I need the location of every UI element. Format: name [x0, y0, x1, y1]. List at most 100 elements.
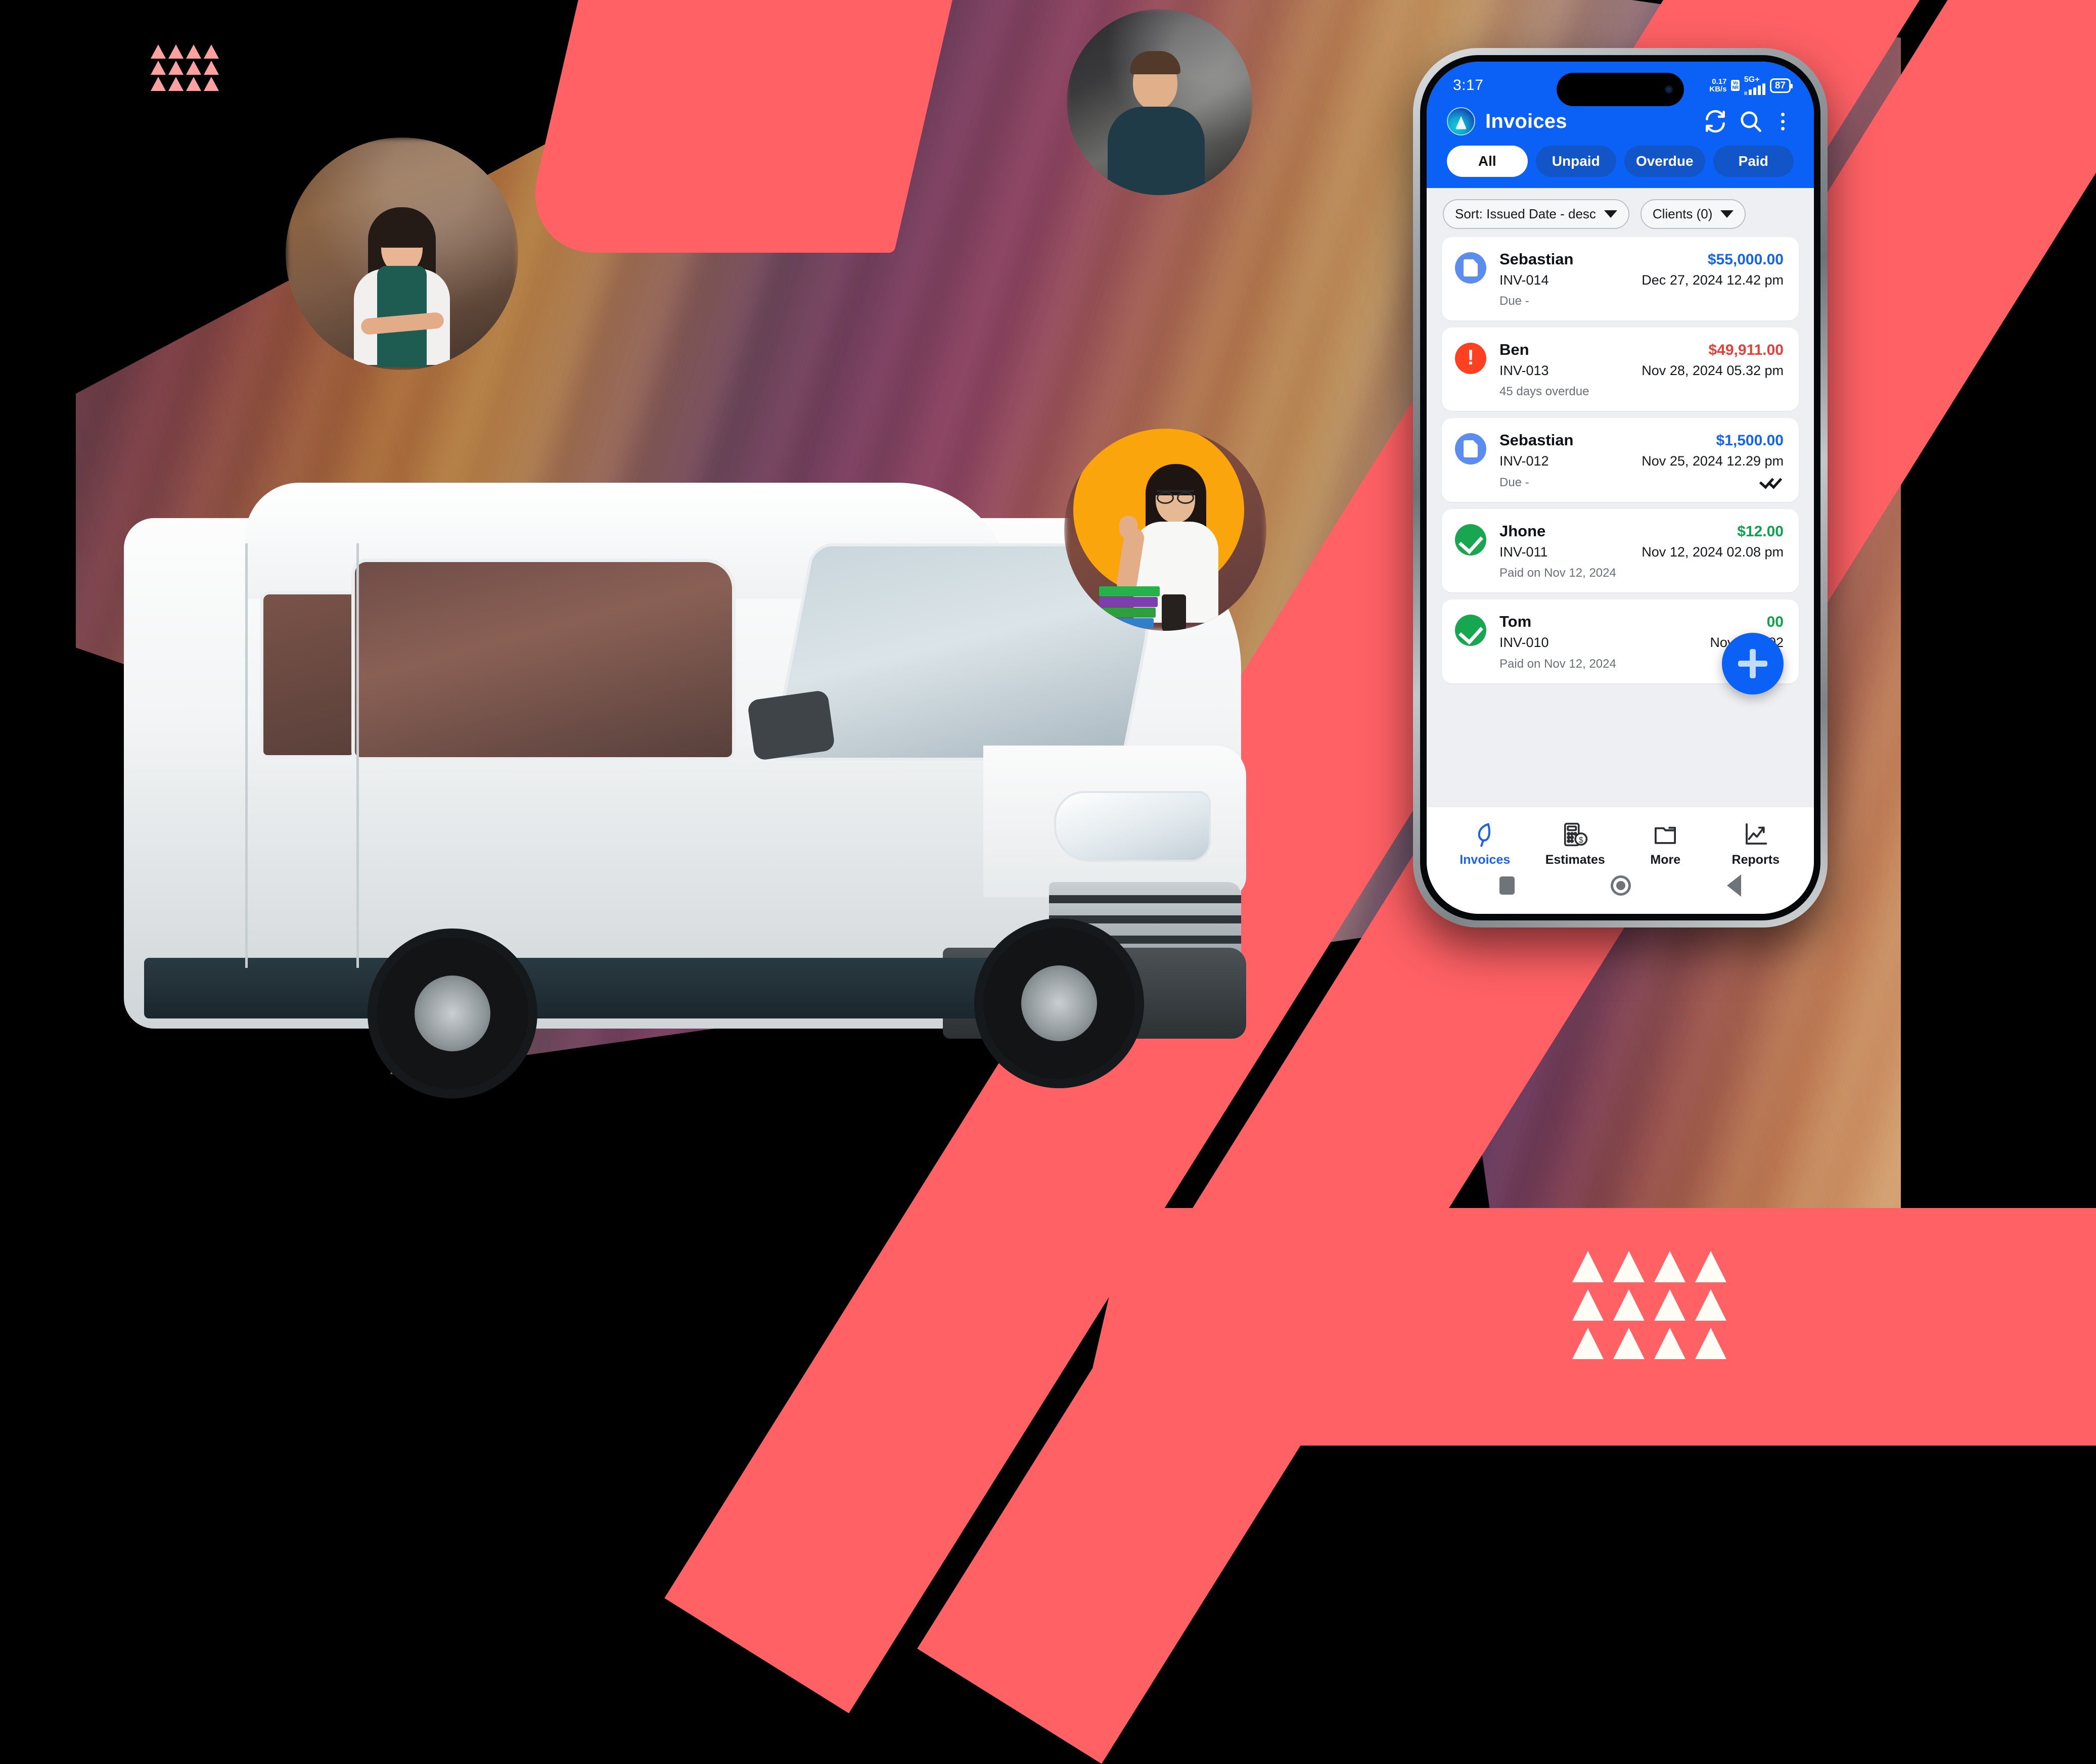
tshirt — [1108, 106, 1205, 195]
invoice-number: INV-013 — [1499, 363, 1549, 378]
clients-dropdown-label: Clients (0) — [1652, 206, 1713, 221]
sort-dropdown[interactable]: Sort: Issued Date - desc — [1443, 199, 1629, 229]
invoice-row[interactable]: ! Ben $49,911.00 INV-013 Nov 28, 2024 05… — [1442, 328, 1799, 411]
home-circle-icon[interactable] — [1611, 875, 1631, 896]
leaf-icon — [1440, 818, 1530, 851]
add-invoice-fab[interactable] — [1722, 633, 1784, 694]
invoice-row[interactable]: Sebastian $55,000.00 INV-014 Dec 27, 202… — [1442, 237, 1799, 320]
tab-overdue[interactable]: Overdue — [1624, 146, 1705, 177]
triangle-icon — [1613, 1251, 1645, 1282]
triangle-icon — [1613, 1289, 1645, 1321]
invoice-amount: $1,500.00 — [1716, 432, 1784, 449]
invoice-note: Due - — [1499, 476, 1529, 489]
portrait-man — [1067, 9, 1253, 195]
triangle-icon — [204, 77, 219, 91]
invoice-number: INV-010 — [1499, 635, 1549, 650]
invoice-list[interactable]: Sebastian $55,000.00 INV-014 Dec 27, 202… — [1427, 237, 1814, 807]
invoice-amount: 00 — [1766, 614, 1784, 630]
triangle-icon — [1572, 1328, 1604, 1359]
android-navigation-bar — [1427, 872, 1814, 914]
check-circle-icon — [1455, 524, 1486, 555]
triangle-icon — [151, 61, 166, 75]
portrait-shopkeeper — [286, 137, 518, 370]
battery-icon: 87 — [1769, 78, 1793, 93]
calculator-icon: $ — [1530, 818, 1621, 851]
folder-icon — [1620, 818, 1711, 851]
invoice-amount: $49,911.00 — [1708, 342, 1784, 358]
double-check-icon — [1760, 475, 1784, 486]
tab-paid[interactable]: Paid — [1713, 146, 1794, 177]
network-speed-value: 0.17 — [1712, 77, 1727, 86]
van-side-mirror — [747, 689, 836, 761]
triangle-icon — [1695, 1328, 1726, 1359]
invoice-number: INV-014 — [1499, 272, 1549, 288]
van-door-seam — [245, 543, 248, 968]
triangle-icon — [168, 77, 184, 91]
coral-shape-top — [520, 0, 967, 253]
glasses-icon — [1157, 490, 1194, 504]
nav-label: More — [1650, 853, 1681, 867]
back-triangle-icon[interactable] — [1727, 874, 1741, 897]
search-icon[interactable] — [1738, 109, 1763, 134]
client-name: Ben — [1499, 341, 1529, 358]
nav-item-estimates[interactable]: $ Estimates — [1530, 818, 1621, 867]
svg-text:$: $ — [1579, 836, 1583, 845]
triangle-icon — [1695, 1289, 1726, 1321]
invoice-note: 45 days overdue — [1499, 385, 1589, 398]
invoice-number: INV-012 — [1499, 453, 1549, 469]
invoice-note: Paid on Nov 12, 2024 — [1499, 657, 1616, 671]
portrait-figure — [1099, 461, 1228, 631]
nav-item-reports[interactable]: Reports — [1711, 818, 1801, 867]
document-icon — [1455, 433, 1486, 465]
nav-item-invoices[interactable]: Invoices — [1440, 818, 1530, 867]
triangle-icon — [204, 44, 219, 59]
signal-bars-icon — [1744, 83, 1765, 95]
van-door-seam — [356, 543, 359, 968]
portrait-figure — [1102, 50, 1218, 195]
network-speed: 0.17 KB/s — [1709, 78, 1726, 93]
trend-chart-icon — [1711, 818, 1801, 851]
clients-dropdown[interactable]: Clients (0) — [1640, 199, 1746, 229]
recents-square-icon[interactable] — [1499, 876, 1515, 895]
sync-icon[interactable] — [1703, 109, 1728, 134]
sort-dropdown-label: Sort: Issued Date - desc — [1455, 206, 1596, 221]
network-type: 5G+ — [1744, 75, 1760, 84]
thumbs-up-hand — [1119, 516, 1137, 539]
triangle-icon — [151, 77, 166, 91]
invoice-number: INV-011 — [1499, 544, 1548, 560]
van-side-window — [351, 559, 736, 761]
check-circle-icon — [1455, 615, 1486, 646]
network-speed-unit: KB/s — [1709, 85, 1727, 94]
invoice-amount: $55,000.00 — [1707, 251, 1784, 268]
portrait-figure — [339, 207, 465, 370]
triangle-icon — [204, 61, 219, 75]
client-name: Sebastian — [1499, 250, 1574, 268]
nav-item-more[interactable]: More — [1620, 818, 1711, 867]
app-logo-icon — [1447, 107, 1475, 135]
nav-label: Reports — [1732, 853, 1780, 867]
invoice-note: Due - — [1499, 294, 1529, 308]
portrait-woman-thumbsup — [1064, 429, 1266, 631]
vonr-line-2: NR — [1732, 85, 1739, 90]
tab-unpaid[interactable]: Unpaid — [1535, 146, 1616, 177]
invoice-date: Nov 12, 2024 02.08 pm — [1642, 544, 1784, 560]
invoice-note: Paid on Nov 12, 2024 — [1499, 566, 1616, 580]
invoice-amount: $12.00 — [1737, 523, 1784, 540]
invoice-row[interactable]: Jhone $12.00 INV-011 Nov 12, 2024 02.08 … — [1442, 509, 1799, 592]
triangle-icon — [1654, 1328, 1685, 1359]
bottom-navigation: Invoices $ Estimates More Reports — [1427, 807, 1814, 872]
tab-all[interactable]: All — [1447, 146, 1528, 177]
document-icon — [1455, 252, 1486, 284]
triangle-cluster-bottom-right — [1572, 1251, 1726, 1359]
triangle-icon — [1654, 1289, 1685, 1321]
van-side-skirt — [144, 958, 1004, 1018]
phone-mockup: 3:17 0.17 KB/s Vo NR 5G+ 87 Invoices All… — [1413, 48, 1828, 927]
van-rear-window — [260, 591, 356, 758]
nav-label: Invoices — [1460, 853, 1511, 867]
invoice-row[interactable]: Sebastian $1,500.00 INV-012 Nov 25, 2024… — [1442, 418, 1799, 502]
more-vertical-icon[interactable] — [1773, 109, 1792, 134]
phone-bezel: 3:17 0.17 KB/s Vo NR 5G+ 87 Invoices All… — [1420, 55, 1820, 920]
triangle-cluster-top-left — [151, 44, 219, 91]
vonr-badge-icon: Vo NR — [1731, 80, 1740, 91]
triangle-icon — [186, 77, 201, 91]
